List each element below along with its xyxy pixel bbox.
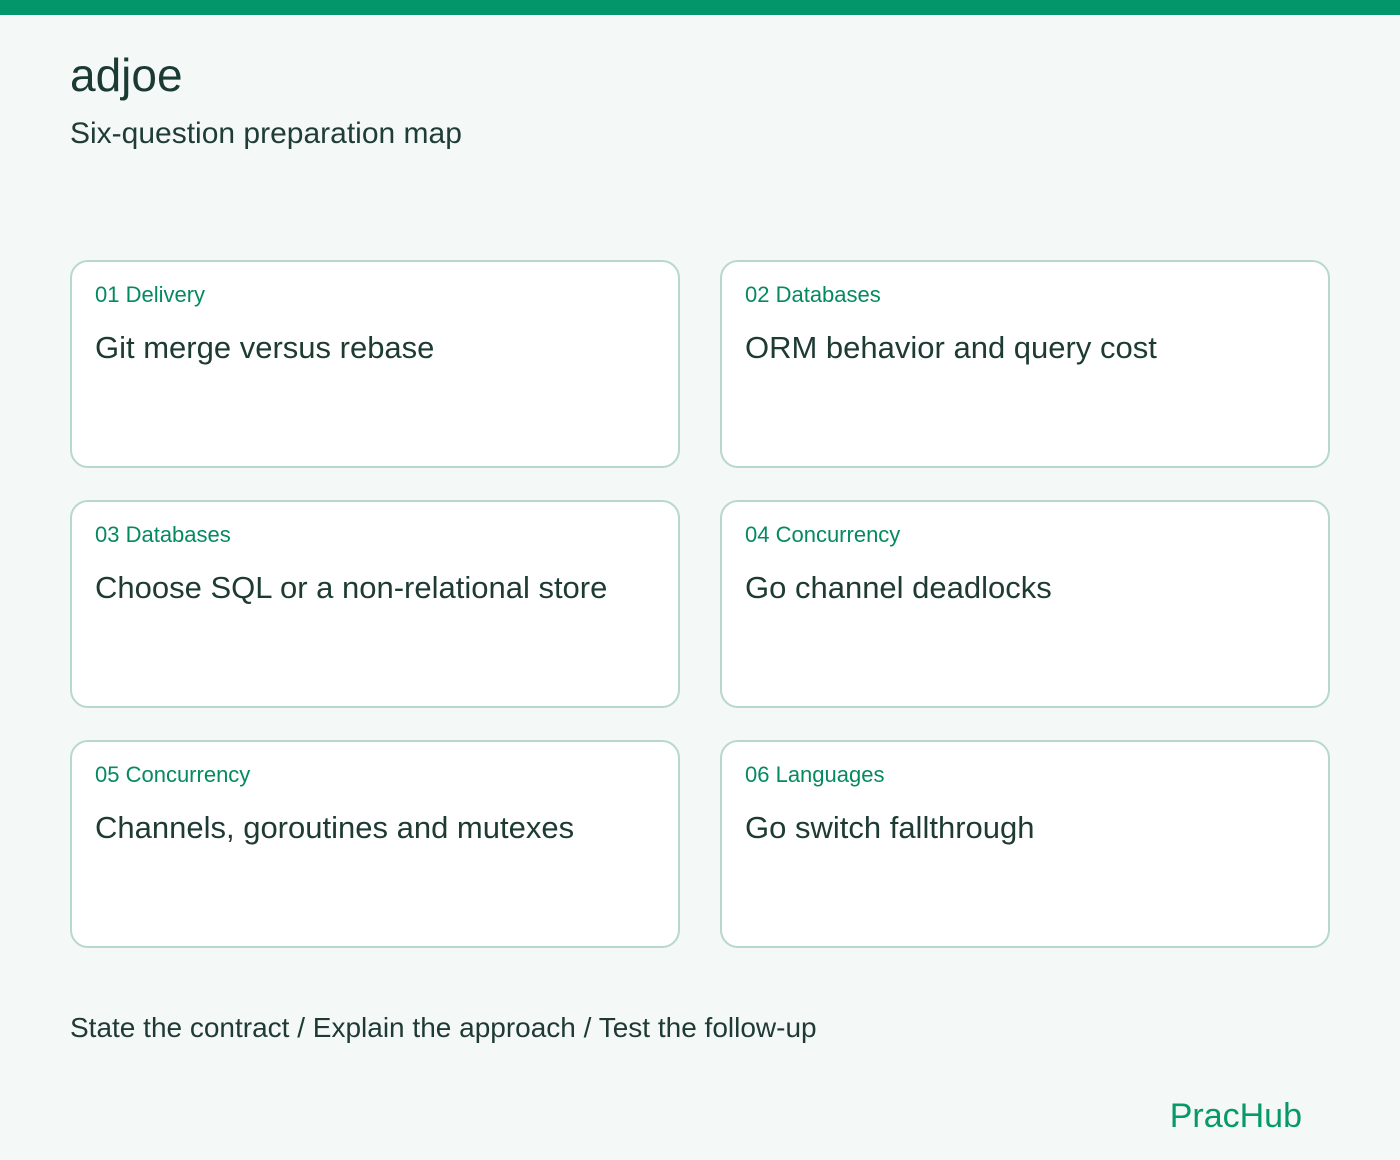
page-subtitle: Six-question preparation map	[70, 117, 462, 150]
question-title: ORM behavior and query cost	[745, 330, 1157, 365]
question-title: Go switch fallthrough	[745, 810, 1035, 845]
question-card-02: 02 Databases ORM behavior and query cost	[720, 260, 1330, 468]
question-card-05: 05 Concurrency Channels, goroutines and …	[70, 740, 680, 948]
question-title: Git merge versus rebase	[95, 330, 435, 365]
page-title: adjoe	[70, 49, 183, 101]
question-title: Choose SQL or a non-relational store	[95, 570, 608, 605]
question-grid: 01 Delivery Git merge versus rebase 02 D…	[70, 260, 1330, 948]
question-tag: 02 Databases	[745, 282, 881, 307]
question-tag: 06 Languages	[745, 762, 885, 787]
question-title: Channels, goroutines and mutexes	[95, 810, 575, 845]
question-tag: 04 Concurrency	[745, 522, 901, 547]
question-card-01: 01 Delivery Git merge versus rebase	[70, 260, 680, 468]
question-card-03: 03 Databases Choose SQL or a non-relatio…	[70, 500, 680, 708]
question-card-04: 04 Concurrency Go channel deadlocks	[720, 500, 1330, 708]
top-accent-bar	[0, 0, 1400, 15]
page-header: adjoe Six-question preparation map	[70, 46, 1330, 152]
question-card-06: 06 Languages Go switch fallthrough	[720, 740, 1330, 948]
preparation-steps: State the contract / Explain the approac…	[70, 1012, 817, 1043]
question-tag: 05 Concurrency	[95, 762, 251, 787]
brand-wordmark: PracHub	[1169, 1097, 1302, 1135]
question-title: Go channel deadlocks	[745, 570, 1052, 605]
question-tag: 01 Delivery	[95, 282, 206, 307]
question-tag: 03 Databases	[95, 522, 231, 547]
